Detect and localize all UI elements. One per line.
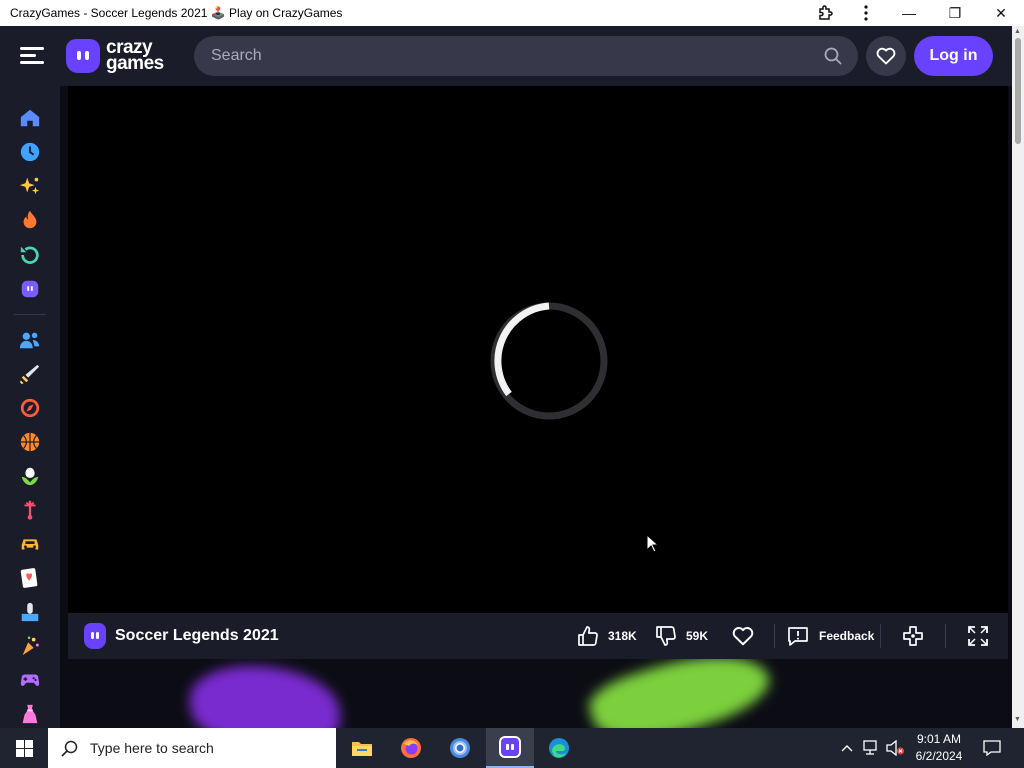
dislike-count: 59K [686,629,709,643]
beauty-icon[interactable] [18,464,42,488]
search-input[interactable] [211,47,801,65]
puzzle-icon[interactable] [806,0,846,26]
game-info-bar: Soccer Legends 2021 318K 59K Feedback [68,613,1008,659]
page-scrollbar[interactable]: ▲ ▼ [1012,26,1024,728]
like-button[interactable]: 318K [577,613,637,659]
multiplayer-icon[interactable] [18,328,42,352]
login-button[interactable]: Log in [914,36,993,76]
scroll-up-arrow-icon[interactable]: ▲ [1014,28,1021,35]
hamburger-menu-icon[interactable] [20,45,44,67]
site-header: crazy games Log in [0,26,1012,86]
like-count: 318K [608,629,637,643]
feedback-icon [788,627,808,646]
originals-icon[interactable] [18,277,42,301]
adventure-icon[interactable] [18,396,42,420]
window-title: CrazyGames - Soccer Legends 2021 🕹️ Play… [10,6,343,20]
mouse-cursor-icon [646,534,658,553]
game-title: Soccer Legends 2021 [115,627,279,644]
thumbs-down-icon [656,626,676,646]
network-icon[interactable] [860,728,880,768]
clicker-icon[interactable] [18,600,42,624]
basketball-icon[interactable] [18,430,42,454]
background-art [190,666,340,728]
more-vertical-icon[interactable] [846,0,886,26]
heart-icon [732,627,754,646]
feedback-label: Feedback [819,629,875,643]
main-content: Soccer Legends 2021 318K 59K Feedback [60,86,1012,728]
dislike-button[interactable]: 59K [655,613,708,659]
restore-button[interactable]: ❐ [932,0,978,26]
search-icon [61,740,78,757]
scroll-thumb[interactable] [1015,38,1021,144]
heart-icon [876,47,896,65]
firefox-icon[interactable] [387,728,435,768]
volume-muted-icon[interactable] [884,728,906,768]
dress-up-icon[interactable] [18,702,42,726]
new-icon[interactable] [18,174,42,198]
favorites-button[interactable] [866,36,906,76]
taskbar-clock[interactable]: 9:01 AM 6/2/2024 [906,731,972,765]
chevron-up-icon[interactable] [838,728,856,768]
taskbar-search-box[interactable]: Type here to search [48,728,336,768]
bike-icon[interactable] [18,498,42,522]
recent-icon[interactable] [18,140,42,164]
loading-spinner [490,302,608,420]
crazygames-small-logo-icon [84,623,106,649]
windows-taskbar: Type here to search 9:01 AM 6/2/2024 [0,728,1024,768]
chrome-icon[interactable] [436,728,484,768]
window-titlebar: CrazyGames - Soccer Legends 2021 🕹️ Play… [0,0,1024,26]
bar-divider [945,624,946,648]
minimize-button[interactable]: — [886,0,932,26]
controller-icon[interactable] [18,668,42,692]
trending-icon[interactable] [18,208,42,232]
close-button[interactable]: ✕ [978,0,1024,26]
category-sidebar [0,86,60,728]
card-icon[interactable] [18,566,42,590]
casual-icon[interactable] [18,634,42,658]
clock-date: 6/2/2024 [915,749,963,763]
controls-icon [903,626,923,646]
windows-logo-icon [15,739,33,757]
fullscreen-button[interactable] [967,613,989,659]
search-bar [194,36,858,76]
bar-divider [774,624,775,648]
search-icon[interactable] [824,47,842,70]
logo-text-games: games [106,53,164,74]
file-explorer-icon[interactable] [338,728,386,768]
game-frame[interactable] [68,86,1008,613]
notifications-icon[interactable] [978,728,1006,768]
action-icon[interactable] [18,362,42,386]
feedback-button[interactable]: Feedback [787,613,874,659]
fullscreen-icon [968,626,988,646]
sidebar-divider [14,314,46,315]
crazygames-logo-icon [66,39,100,73]
edge-icon[interactable] [535,728,583,768]
car-icon[interactable] [18,532,42,556]
bar-divider [880,624,881,648]
clock-time: 9:01 AM [916,732,962,746]
controls-button[interactable] [902,613,924,659]
home-icon[interactable] [18,106,42,130]
crazygames-icon[interactable] [486,728,534,768]
windows-start-button[interactable] [0,728,48,768]
thumbs-up-icon [578,626,598,646]
updated-icon[interactable] [18,243,42,267]
favorite-game-button[interactable] [732,613,754,659]
taskbar-search-placeholder: Type here to search [90,740,214,756]
scroll-down-arrow-icon[interactable]: ▼ [1014,716,1021,723]
crazygames-logo[interactable]: crazy games [66,37,164,75]
